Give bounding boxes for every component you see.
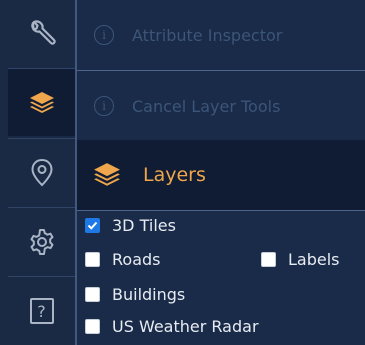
help-icon: ?	[29, 298, 54, 324]
layer-roads[interactable]: Roads	[85, 250, 160, 269]
layer-label: Labels	[288, 250, 340, 269]
sidebar-item-settings[interactable]	[8, 207, 75, 275]
layer-3d-tiles[interactable]: 3D Tiles	[85, 216, 176, 235]
help-icon-label: ?	[37, 301, 46, 321]
info-icon: i	[94, 25, 114, 45]
sidebar-item-help[interactable]: ?	[8, 276, 75, 345]
divider	[77, 210, 365, 211]
layer-label: Buildings	[112, 285, 186, 304]
attribute-inspector-button[interactable]: i Attribute Inspector	[77, 0, 365, 70]
gear-icon	[30, 228, 53, 255]
sidebar-item-layers[interactable]	[8, 68, 75, 136]
checkbox-labels[interactable]	[261, 252, 276, 267]
layers-icon	[94, 163, 120, 186]
layers-title: Layers	[143, 164, 206, 186]
layer-label: 3D Tiles	[112, 216, 176, 235]
layers-icon	[29, 91, 54, 113]
layer-label: Roads	[112, 250, 161, 269]
checkbox-3d-tiles[interactable]	[85, 218, 100, 233]
cancel-layer-tools-button[interactable]: i Cancel Layer Tools	[77, 71, 365, 141]
sidebar: ?	[0, 0, 75, 345]
wrench-icon	[30, 20, 56, 45]
sidebar-item-location[interactable]	[8, 138, 75, 206]
layers-header[interactable]: Layers	[77, 140, 365, 210]
layer-label: US Weather Radar	[112, 317, 259, 336]
checkmark-icon	[87, 221, 98, 230]
layer-us-weather-radar[interactable]: US Weather Radar	[85, 317, 259, 336]
layer-buildings[interactable]: Buildings	[85, 285, 185, 304]
sidebar-item-tools[interactable]	[8, 0, 75, 68]
checkbox-roads[interactable]	[85, 252, 100, 267]
map-pin-icon	[30, 158, 53, 186]
attribute-inspector-label: Attribute Inspector	[132, 25, 283, 45]
checkbox-us-weather-radar[interactable]	[85, 319, 100, 334]
checkbox-buildings[interactable]	[85, 287, 100, 302]
cancel-layer-tools-label: Cancel Layer Tools	[132, 96, 281, 116]
info-icon: i	[94, 96, 114, 116]
main-panel: i Attribute Inspector i Cancel Layer Too…	[75, 0, 365, 345]
layer-labels[interactable]: Labels	[261, 250, 340, 269]
